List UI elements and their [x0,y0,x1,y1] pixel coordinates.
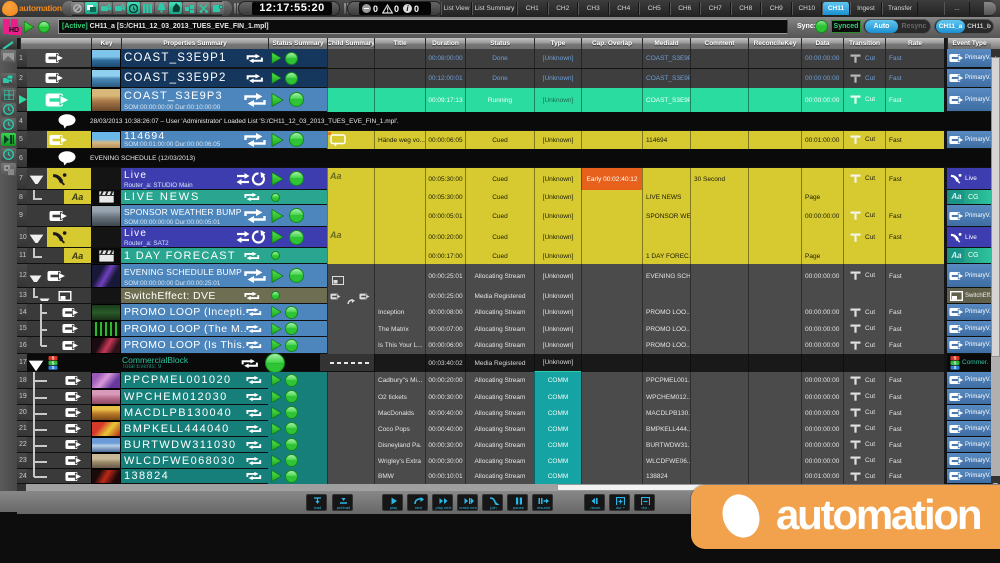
svg-text:S: S [954,365,957,370]
svg-text:S: S [52,365,55,370]
